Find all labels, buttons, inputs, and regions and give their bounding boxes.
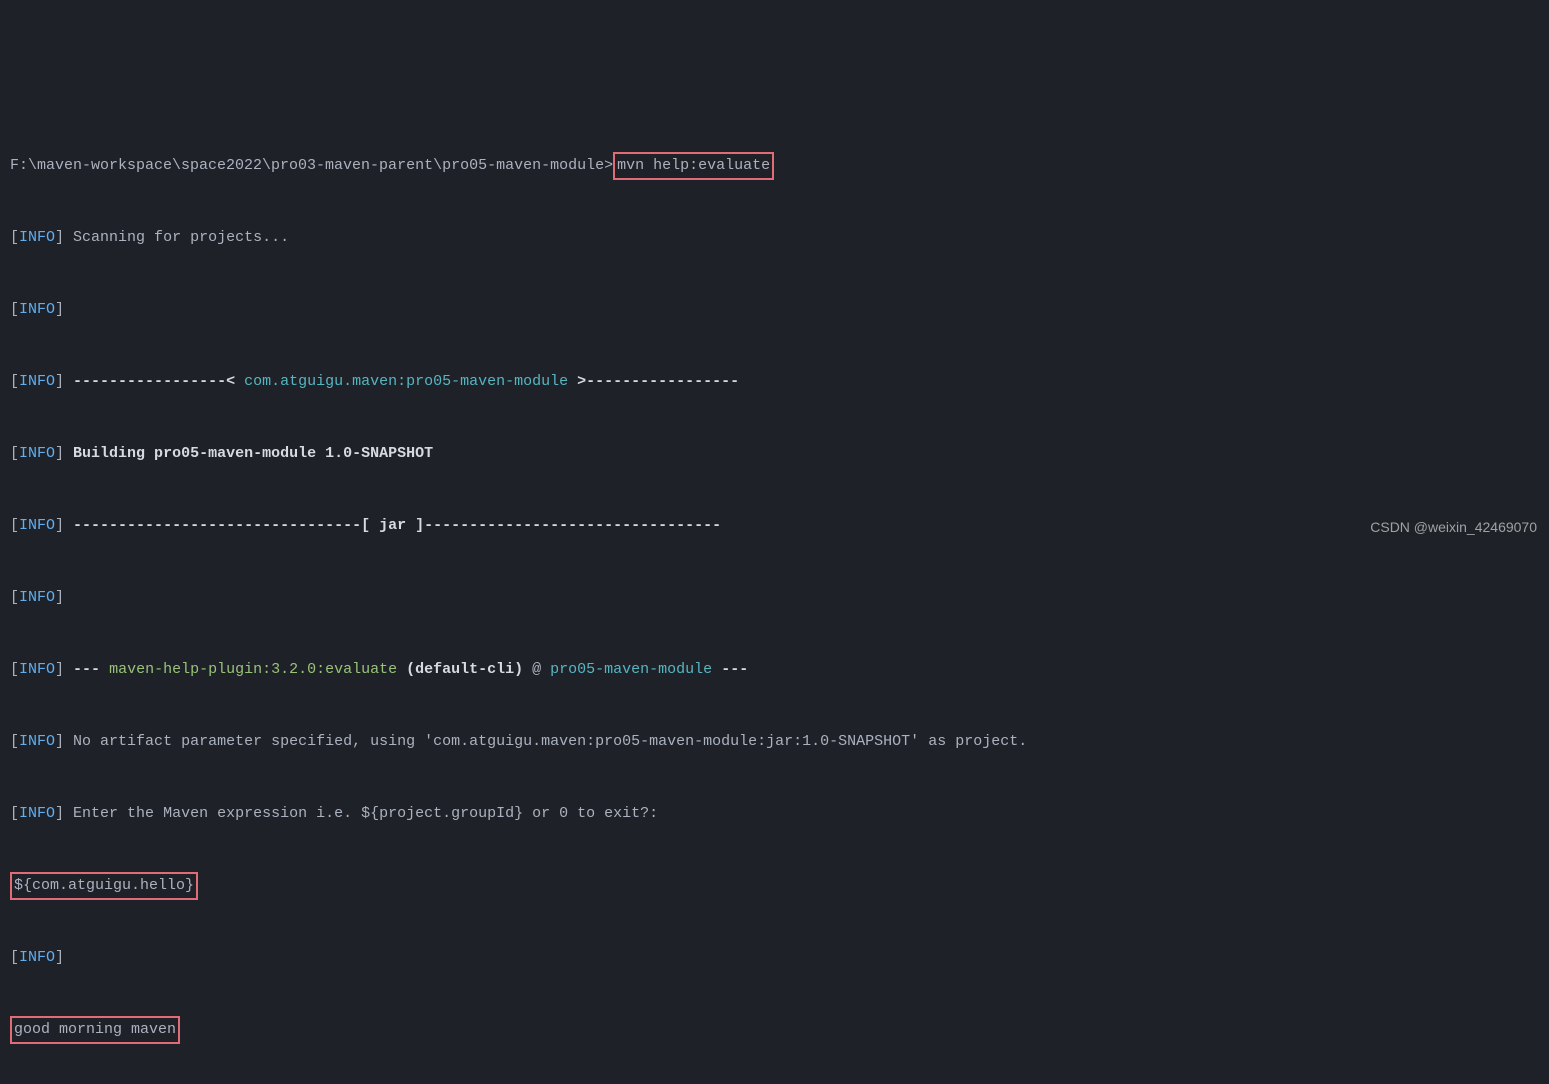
- result-line: good morning maven: [10, 1012, 1539, 1048]
- artifact-id: com.atguigu.maven:pro05-maven-module: [244, 373, 568, 390]
- info-label: INFO: [19, 733, 55, 750]
- log-line-scanning: [INFO] Scanning for projects...: [10, 220, 1539, 256]
- info-label: INFO: [19, 589, 55, 606]
- log-line-enter-expr: [INFO] Enter the Maven expression i.e. $…: [10, 796, 1539, 832]
- info-label: INFO: [19, 805, 55, 822]
- log-line-no-artifact: [INFO] No artifact parameter specified, …: [10, 724, 1539, 760]
- log-line-packaging: [INFO] --------------------------------[…: [10, 508, 1539, 544]
- user-input-line[interactable]: ${com.atguigu.hello}: [10, 868, 1539, 904]
- info-label: INFO: [19, 661, 55, 678]
- info-label: INFO: [19, 301, 55, 318]
- info-label: INFO: [19, 373, 55, 390]
- prompt-line: F:\maven-workspace\space2022\pro03-maven…: [10, 148, 1539, 184]
- log-line-plugin: [INFO] --- maven-help-plugin:3.2.0:evalu…: [10, 652, 1539, 688]
- result-highlight: good morning maven: [10, 1016, 180, 1044]
- log-line-building: [INFO] Building pro05-maven-module 1.0-S…: [10, 436, 1539, 472]
- log-line-empty: [INFO]: [10, 292, 1539, 328]
- log-line-empty: [INFO]: [10, 580, 1539, 616]
- log-line-header: [INFO] -----------------< com.atguigu.ma…: [10, 364, 1539, 400]
- info-label: INFO: [19, 445, 55, 462]
- info-label: INFO: [19, 949, 55, 966]
- info-label: INFO: [19, 229, 55, 246]
- command-highlight: mvn help:evaluate: [613, 152, 774, 180]
- user-input-highlight: ${com.atguigu.hello}: [10, 872, 198, 900]
- module-name: pro05-maven-module: [550, 661, 712, 678]
- plugin-name: maven-help-plugin:3.2.0:evaluate: [109, 661, 397, 678]
- info-label: INFO: [19, 517, 55, 534]
- watermark: CSDN @weixin_42469070: [1370, 520, 1537, 534]
- log-line-empty: [INFO]: [10, 940, 1539, 976]
- prompt-path: F:\maven-workspace\space2022\pro03-maven…: [10, 157, 613, 174]
